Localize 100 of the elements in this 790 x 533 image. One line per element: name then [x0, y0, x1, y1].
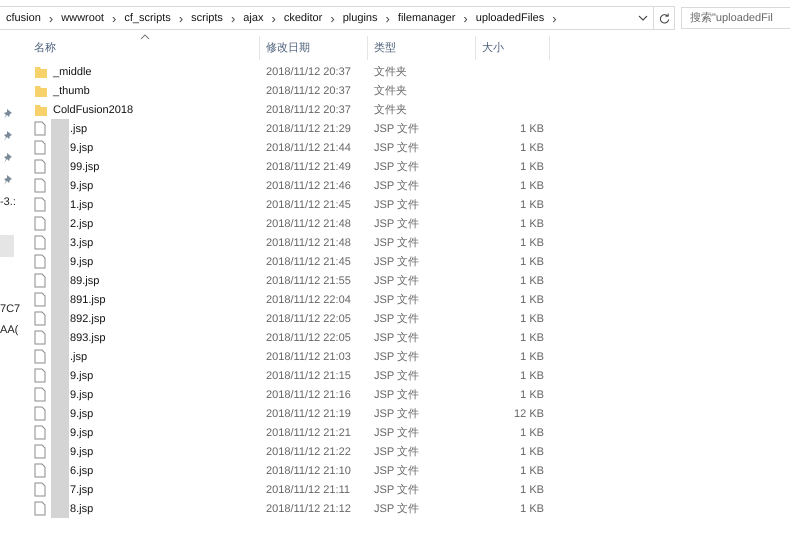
- redaction-mark: [51, 499, 69, 518]
- column-header[interactable]: 名称: [24, 36, 260, 60]
- file-name[interactable]: 892.jsp: [70, 312, 106, 324]
- file-name[interactable]: 3.jsp: [70, 236, 94, 248]
- breadcrumb-separator: ›: [112, 10, 116, 26]
- file-name[interactable]: 89.jsp: [70, 274, 100, 286]
- date-cell-text: 2018/11/12 21:55: [265, 274, 352, 286]
- pin-icon[interactable]: [3, 130, 13, 142]
- file-name[interactable]: 99.jsp: [70, 160, 100, 172]
- type-cell-text: JSP 文件: [373, 178, 420, 193]
- file-name[interactable]: 8.jsp: [70, 502, 94, 514]
- type-cell-text: JSP 文件: [373, 160, 420, 174]
- size-cell-text: 1 KB: [519, 370, 545, 382]
- file-name[interactable]: .jsp: [70, 122, 88, 134]
- file-name[interactable]: 9.jsp: [70, 426, 94, 438]
- date-cell-text: 2018/11/12 21:16: [265, 388, 352, 400]
- type-cell-text: JSP 文件: [373, 330, 420, 345]
- file-name[interactable]: _thumb: [53, 84, 90, 96]
- file-icon: [34, 121, 46, 136]
- column-header[interactable]: 大小: [476, 36, 550, 60]
- file-icon: [34, 349, 46, 364]
- breadcrumb-item[interactable]: ckeditor: [284, 12, 322, 24]
- file-icon: [34, 482, 46, 497]
- file-name[interactable]: 6.jsp: [70, 464, 94, 476]
- file-name[interactable]: ColdFusion2018: [53, 104, 134, 116]
- column-header[interactable]: 修改日期: [260, 36, 368, 60]
- date-cell-text: 2018/11/12 21:11: [265, 484, 352, 496]
- file-name[interactable]: 9.jsp: [70, 388, 94, 400]
- breadcrumb-separator: ›: [271, 10, 276, 26]
- refresh-icon: [658, 12, 670, 24]
- type-cell-text: JSP 文件: [373, 216, 420, 231]
- nav-item[interactable]: -3.:: [0, 196, 24, 211]
- file-name[interactable]: 7.jsp: [70, 484, 94, 496]
- file-name[interactable]: 893.jsp: [70, 332, 106, 344]
- breadcrumb-item[interactable]: ajax: [243, 12, 264, 24]
- type-cell-text: JSP 文件: [373, 254, 420, 269]
- breadcrumb-item[interactable]: plugins: [342, 12, 378, 24]
- breadcrumb-item[interactable]: cf_scripts: [124, 12, 171, 24]
- file-name[interactable]: 2.jsp: [70, 218, 94, 230]
- breadcrumb-item[interactable]: wwwroot: [61, 12, 104, 24]
- date-cell-text: 2018/11/12 21:44: [265, 142, 352, 154]
- nav-item[interactable]: AA(: [0, 324, 24, 339]
- size-cell-text: 1 KB: [519, 502, 545, 514]
- date-cell-text: 2018/11/12 21:03: [265, 350, 352, 362]
- file-name[interactable]: 891.jsp: [70, 294, 106, 306]
- date-cell-text: 2018/11/12 21:45: [265, 198, 352, 210]
- file-icon: [34, 501, 46, 516]
- type-cell-text: JSP 文件: [373, 274, 420, 288]
- breadcrumb-item[interactable]: filemanager: [398, 12, 456, 24]
- breadcrumb-separator: ›: [552, 10, 557, 26]
- nav-item[interactable]: 7C7: [0, 303, 24, 318]
- file-name[interactable]: 1.jsp: [70, 198, 94, 210]
- breadcrumb-separator: ›: [230, 10, 236, 26]
- search-field[interactable]: 搜索"uploadedFil: [681, 7, 790, 29]
- file-icon: [34, 406, 46, 421]
- size-cell-text: 1 KB: [519, 122, 545, 134]
- size-cell-text: 1 KB: [519, 256, 545, 268]
- breadcrumb-item[interactable]: scripts: [191, 12, 223, 24]
- file-name[interactable]: _middle: [53, 66, 92, 78]
- file-name[interactable]: 9.jsp: [70, 408, 94, 420]
- type-cell-text: JSP 文件: [373, 198, 420, 212]
- file-icon: [34, 254, 46, 269]
- date-cell-text: 2018/11/12 22:04: [265, 294, 352, 306]
- date-cell-text: 2018/11/12 20:37: [265, 104, 352, 116]
- file-name[interactable]: 9.jsp: [70, 370, 94, 382]
- type-cell-text: 文件夹: [373, 84, 408, 98]
- file-name[interactable]: .jsp: [70, 350, 88, 362]
- pin-icon[interactable]: [3, 108, 13, 120]
- file-name[interactable]: 9.jsp: [70, 180, 94, 192]
- breadcrumb-separator: ›: [463, 10, 468, 26]
- file-icon: [34, 311, 46, 326]
- size-cell-text: 1 KB: [519, 464, 545, 476]
- file-name[interactable]: 9.jsp: [70, 142, 94, 154]
- size-cell-text: 1 KB: [519, 218, 545, 230]
- file-icon: [34, 425, 46, 440]
- type-cell-text: 文件夹: [373, 102, 408, 117]
- size-cell-text: 12 KB: [513, 408, 545, 420]
- pin-icon[interactable]: [3, 174, 13, 186]
- redaction-mark: [51, 119, 69, 138]
- type-cell-text: JSP 文件: [373, 464, 420, 478]
- breadcrumb-separator: ›: [386, 10, 390, 26]
- date-cell-text: 2018/11/12 21:21: [265, 426, 352, 438]
- address-bar[interactable]: cfusion › wwwroot › cf_scripts › scripts › ajax › ckeditor › plugins › filemanager › uploadedFiles ›: [0, 6, 675, 30]
- file-name[interactable]: 9.jsp: [70, 446, 94, 458]
- file-icon: [34, 216, 46, 231]
- folder-icon: [34, 102, 48, 116]
- pin-icon[interactable]: [3, 152, 13, 164]
- chevron-down-icon: [638, 15, 648, 21]
- column-header[interactable]: 类型: [368, 36, 476, 60]
- size-cell-text: 1 KB: [519, 426, 545, 438]
- breadcrumb-item[interactable]: cfusion: [6, 12, 41, 24]
- date-cell-text: 2018/11/12 21:12: [265, 502, 352, 514]
- date-cell-text: 2018/11/12 21:15: [265, 370, 352, 382]
- date-cell-text: 2018/11/12 21:22: [265, 446, 352, 458]
- file-name[interactable]: 9.jsp: [70, 256, 94, 268]
- date-cell-text: 2018/11/12 21:45: [265, 256, 352, 268]
- breadcrumb-item[interactable]: uploadedFiles: [476, 12, 544, 24]
- size-cell-text: 1 KB: [519, 236, 545, 248]
- date-cell-text: 2018/11/12 21:46: [265, 180, 352, 192]
- folder-icon: [34, 84, 48, 98]
